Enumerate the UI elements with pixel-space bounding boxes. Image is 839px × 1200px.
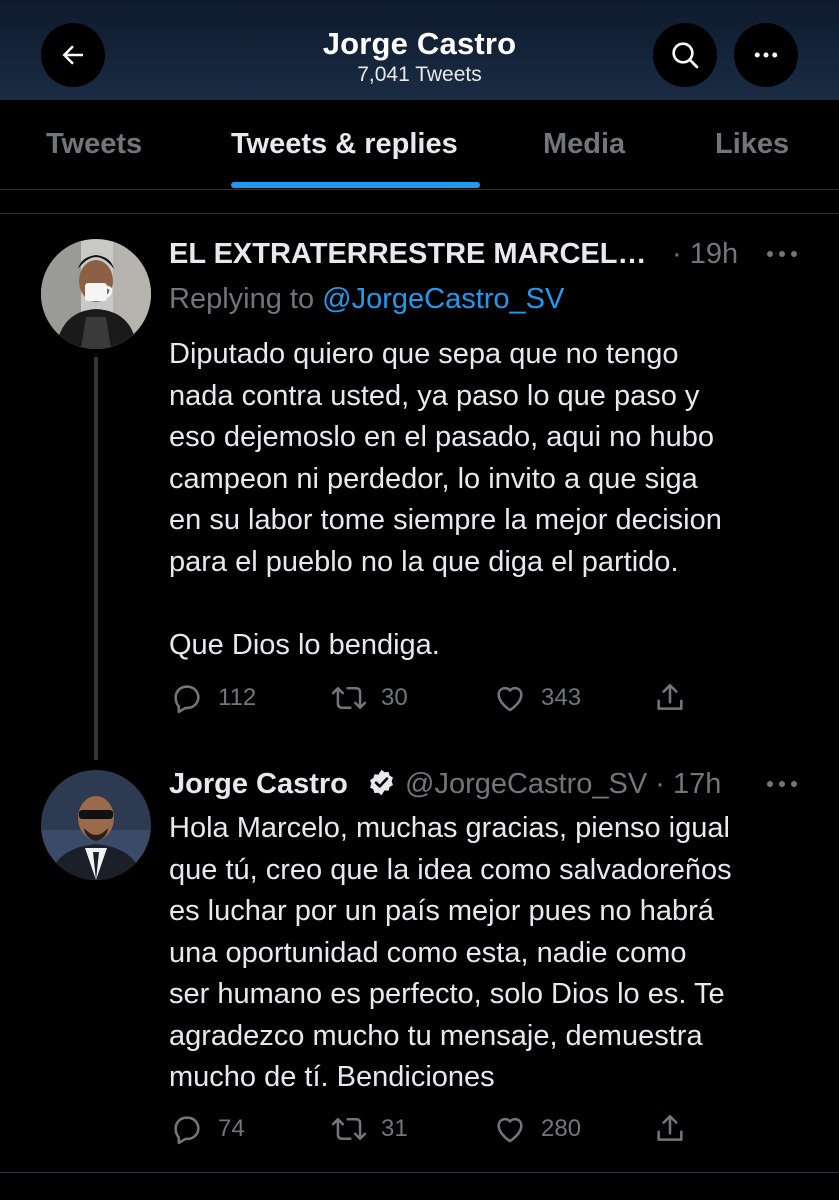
profile-tabs: Tweets Tweets & replies Media Likes <box>0 100 839 190</box>
avatar-jorge-castro[interactable] <box>41 770 151 880</box>
reply-count: 74 <box>218 1115 245 1142</box>
reply-icon <box>174 685 200 714</box>
tab-tweets[interactable]: Tweets <box>46 128 142 161</box>
retweet-button[interactable]: 30 <box>331 681 408 715</box>
retweet-button[interactable]: 31 <box>331 1112 408 1146</box>
tab-tweets-replies[interactable]: Tweets & replies <box>231 128 458 161</box>
thread-line <box>94 357 98 760</box>
reply-icon <box>174 1116 200 1145</box>
share-button[interactable] <box>653 681 687 715</box>
replying-to: Replying to @JorgeCastro_SV <box>169 283 564 316</box>
tweet-more-icon[interactable] <box>766 779 798 789</box>
share-icon <box>657 683 683 710</box>
heart-icon <box>497 686 523 712</box>
retweet-count: 30 <box>381 684 408 711</box>
share-icon <box>657 1114 683 1141</box>
tab-media[interactable]: Media <box>543 128 625 161</box>
retweet-icon <box>331 687 367 709</box>
tweet-author[interactable]: Jorge Castro <box>169 768 348 801</box>
search-icon <box>672 42 699 69</box>
retweet-icon <box>331 1118 367 1140</box>
profile-header: Jorge Castro 7,041 Tweets <box>0 0 839 100</box>
reply-button[interactable]: 112 <box>170 681 256 715</box>
reply-button[interactable]: 74 <box>170 1112 245 1146</box>
tweet-time[interactable]: · 19h <box>672 238 738 271</box>
reply-handle-link[interactable]: @JorgeCastro_SV <box>322 283 564 315</box>
like-count: 343 <box>541 684 582 711</box>
more-dots-icon <box>754 52 778 58</box>
tweet-text: Hola Marcelo, muchas gracias, pienso igu… <box>169 812 732 1093</box>
tweet-handle-time[interactable]: @JorgeCastro_SV · 17h <box>405 768 721 801</box>
retweet-count: 31 <box>381 1115 408 1142</box>
replying-to-label: Replying to <box>169 283 315 315</box>
heart-icon <box>497 1117 523 1143</box>
active-tab-indicator <box>231 182 480 188</box>
like-count: 280 <box>541 1115 582 1142</box>
reply-count: 112 <box>218 684 257 711</box>
divider <box>0 1172 839 1173</box>
like-button[interactable]: 280 <box>493 1112 581 1146</box>
verified-badge-icon <box>370 769 393 796</box>
search-button[interactable] <box>653 23 717 87</box>
tweet-more-icon[interactable] <box>766 249 798 259</box>
divider <box>0 213 839 214</box>
like-button[interactable]: 343 <box>493 681 581 715</box>
tweet-author[interactable]: EL EXTRATERRESTRE MARCEL… <box>169 238 646 271</box>
avatar-marcelo[interactable] <box>41 239 151 349</box>
more-button[interactable] <box>734 23 798 87</box>
tab-likes[interactable]: Likes <box>715 128 789 161</box>
share-button[interactable] <box>653 1112 687 1146</box>
tweet-text: Diputado quiero que sepa que no tengo na… <box>169 338 722 661</box>
